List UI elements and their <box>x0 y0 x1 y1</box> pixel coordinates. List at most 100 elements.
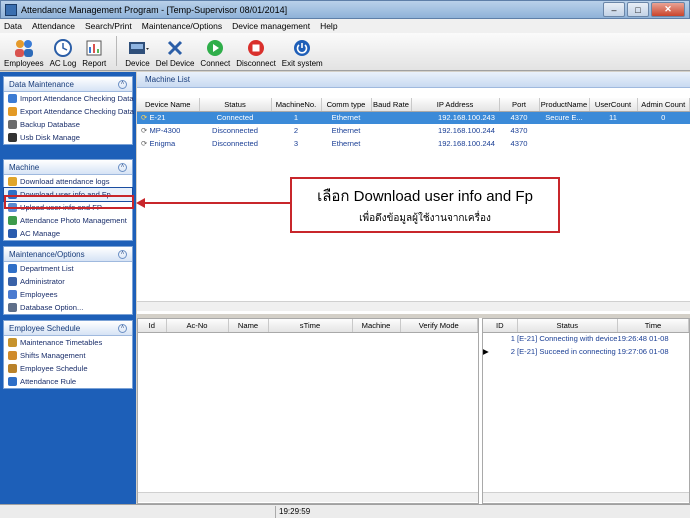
col-ac-no[interactable]: Ac-No <box>166 319 229 333</box>
table-row[interactable]: ▶ 2 [E-21] Succeed in connecting 19:27:06… <box>483 345 689 358</box>
log-scrollbar[interactable] <box>138 492 478 502</box>
collapse-icon[interactable]: ˄ <box>118 162 127 172</box>
col-comm-type[interactable]: Comm type <box>321 98 372 112</box>
machine-list-header: Machine List <box>137 72 690 88</box>
status-bar: 19:29:59 <box>0 504 690 518</box>
admin-icon <box>8 277 17 286</box>
employees-button[interactable]: Employees <box>4 38 44 70</box>
menu-maintenance[interactable]: Maintenance/Options <box>142 21 222 31</box>
collapse-icon[interactable]: ˄ <box>118 79 127 89</box>
machine-list-scrollbar[interactable] <box>137 301 690 311</box>
status-cell <box>0 505 276 518</box>
connect-icon <box>204 38 226 58</box>
maintenance-options-section: Maintenance/Options ˄ Department List Adm… <box>3 246 133 315</box>
connect-button[interactable]: Connect <box>200 38 230 70</box>
ac-icon <box>8 229 17 238</box>
del-device-button[interactable]: Del Device <box>156 38 194 70</box>
menu-attendance[interactable]: Attendance <box>32 21 75 31</box>
table-header-row: ID Status Time <box>483 319 690 333</box>
sidebar-item-export[interactable]: Export Attendance Checking Data <box>4 105 134 118</box>
table-row[interactable]: ⟳ Enigma Disconnected 3 Ethernet 192.168… <box>137 137 690 150</box>
data-maintenance-section: Data Maintenance ˄ Import Attendance Chec… <box>3 76 134 145</box>
collapse-icon[interactable]: ˄ <box>118 249 127 259</box>
report-icon <box>83 38 105 58</box>
collapse-icon[interactable]: ˄ <box>118 323 127 333</box>
power-icon <box>291 38 313 58</box>
col-device-name[interactable]: Device Name <box>137 98 200 112</box>
col-ip-address[interactable]: IP Address <box>411 98 500 112</box>
col-id[interactable]: ID <box>483 319 518 333</box>
table-row[interactable]: ⟳ MP-4300 Disconnected 2 Ethernet 192.16… <box>137 124 690 137</box>
menu-data[interactable]: Data <box>4 21 22 31</box>
sidebar-item-usb[interactable]: Usb Disk Manage <box>4 131 132 144</box>
title-bar: Attendance Management Program - [Temp-Su… <box>0 0 690 19</box>
employees-icon <box>8 290 17 299</box>
col-baud-rate[interactable]: Baud Rate <box>371 98 412 112</box>
sidebar-item-backup[interactable]: Backup Database <box>4 118 132 131</box>
employee-schedule-section: Employee Schedule ˄ Maintenance Timetable… <box>3 320 133 389</box>
table-header-row: Device Name Status MachineNo. Comm type … <box>137 98 690 112</box>
rule-icon <box>8 377 17 386</box>
section-header[interactable]: Maintenance/Options ˄ <box>4 247 132 262</box>
menu-device-management[interactable]: Device management <box>232 21 310 31</box>
table-row[interactable]: ⟳ E-21 Connected 1 Ethernet 192.168.100.… <box>137 111 690 124</box>
disconnect-icon <box>245 38 267 58</box>
col-time[interactable]: Time <box>617 319 690 333</box>
sidebar-item-attendance-rule[interactable]: Attendance Rule <box>4 375 132 388</box>
minimize-button[interactable]: – <box>603 2 625 17</box>
app-icon <box>5 3 17 16</box>
maximize-button[interactable]: □ <box>627 2 649 17</box>
col-status[interactable]: Status <box>199 98 272 112</box>
shifts-icon <box>8 351 17 360</box>
col-product-name[interactable]: ProductName <box>539 98 590 112</box>
menu-search-print[interactable]: Search/Print <box>85 21 132 31</box>
sidebar-item-administrator[interactable]: Administrator <box>4 275 132 288</box>
sidebar-item-photo[interactable]: Attendance Photo Management <box>4 214 132 227</box>
sidebar-item-shifts[interactable]: Shifts Management <box>4 349 132 362</box>
sidebar-item-database-option[interactable]: Database Option... <box>4 301 132 314</box>
exit-button[interactable]: Exit system <box>282 38 323 70</box>
col-stime[interactable]: sTime <box>268 319 353 333</box>
photo-icon <box>8 216 17 225</box>
current-row-icon: ▶ <box>483 347 489 356</box>
employees-icon <box>13 38 35 58</box>
sidebar-item-department[interactable]: Department List <box>4 262 132 275</box>
sidebar-item-download-logs[interactable]: Download attendance logs <box>4 175 132 188</box>
col-machine-no[interactable]: MachineNo. <box>271 98 322 112</box>
machine-table: Device Name Status MachineNo. Comm type … <box>137 98 690 150</box>
left-sidebar: Data Maintenance ˄ Import Attendance Chec… <box>0 72 136 504</box>
section-header[interactable]: Machine ˄ <box>4 160 132 175</box>
device-button[interactable]: Device <box>125 38 150 70</box>
export-icon <box>8 107 17 116</box>
disconnect-button[interactable]: Disconnect <box>236 38 276 70</box>
section-header[interactable]: Data Maintenance ˄ <box>4 77 132 92</box>
sidebar-item-ac-manage[interactable]: AC Manage <box>4 227 132 240</box>
status-log-pane: ID Status Time 1 [E-21] Connecting with … <box>482 318 690 504</box>
highlight-box <box>4 195 134 209</box>
aclog-button[interactable]: AC Log <box>50 38 76 70</box>
col-machine[interactable]: Machine <box>352 319 401 333</box>
col-user-count[interactable]: UserCount <box>589 98 638 112</box>
sidebar-item-timetables[interactable]: Maintenance Timetables <box>4 336 132 349</box>
database-option-icon <box>8 303 17 312</box>
window-title: Attendance Management Program - [Temp-Su… <box>21 4 288 15</box>
sidebar-item-employees[interactable]: Employees <box>4 288 132 301</box>
col-name[interactable]: Name <box>228 319 269 333</box>
menu-help[interactable]: Help <box>320 21 337 31</box>
close-button[interactable]: ✕ <box>651 2 685 17</box>
sidebar-item-schedule[interactable]: Employee Schedule <box>4 362 132 375</box>
col-status[interactable]: Status <box>517 319 618 333</box>
col-id[interactable]: Id <box>138 319 167 333</box>
section-header[interactable]: Employee Schedule ˄ <box>4 321 132 336</box>
callout-line-2: เพื่อดึงข้อมูลผู้ใช้งานจากเครื่อง <box>359 213 491 224</box>
table-row[interactable]: 1 [E-21] Connecting with device 19:26:48… <box>483 332 689 345</box>
col-admin-count[interactable]: Admin Count <box>637 98 690 112</box>
device-icon <box>127 38 149 58</box>
col-verify-mode[interactable]: Verify Mode <box>400 319 478 333</box>
status-log-table: ID Status Time 1 [E-21] Connecting with … <box>483 319 690 358</box>
sidebar-item-import[interactable]: Import Attendance Checking Data <box>4 92 134 105</box>
status-scrollbar[interactable] <box>483 492 689 502</box>
report-button[interactable]: Report <box>82 38 106 70</box>
annotation-arrow <box>140 202 292 204</box>
col-port[interactable]: Port <box>499 98 540 112</box>
